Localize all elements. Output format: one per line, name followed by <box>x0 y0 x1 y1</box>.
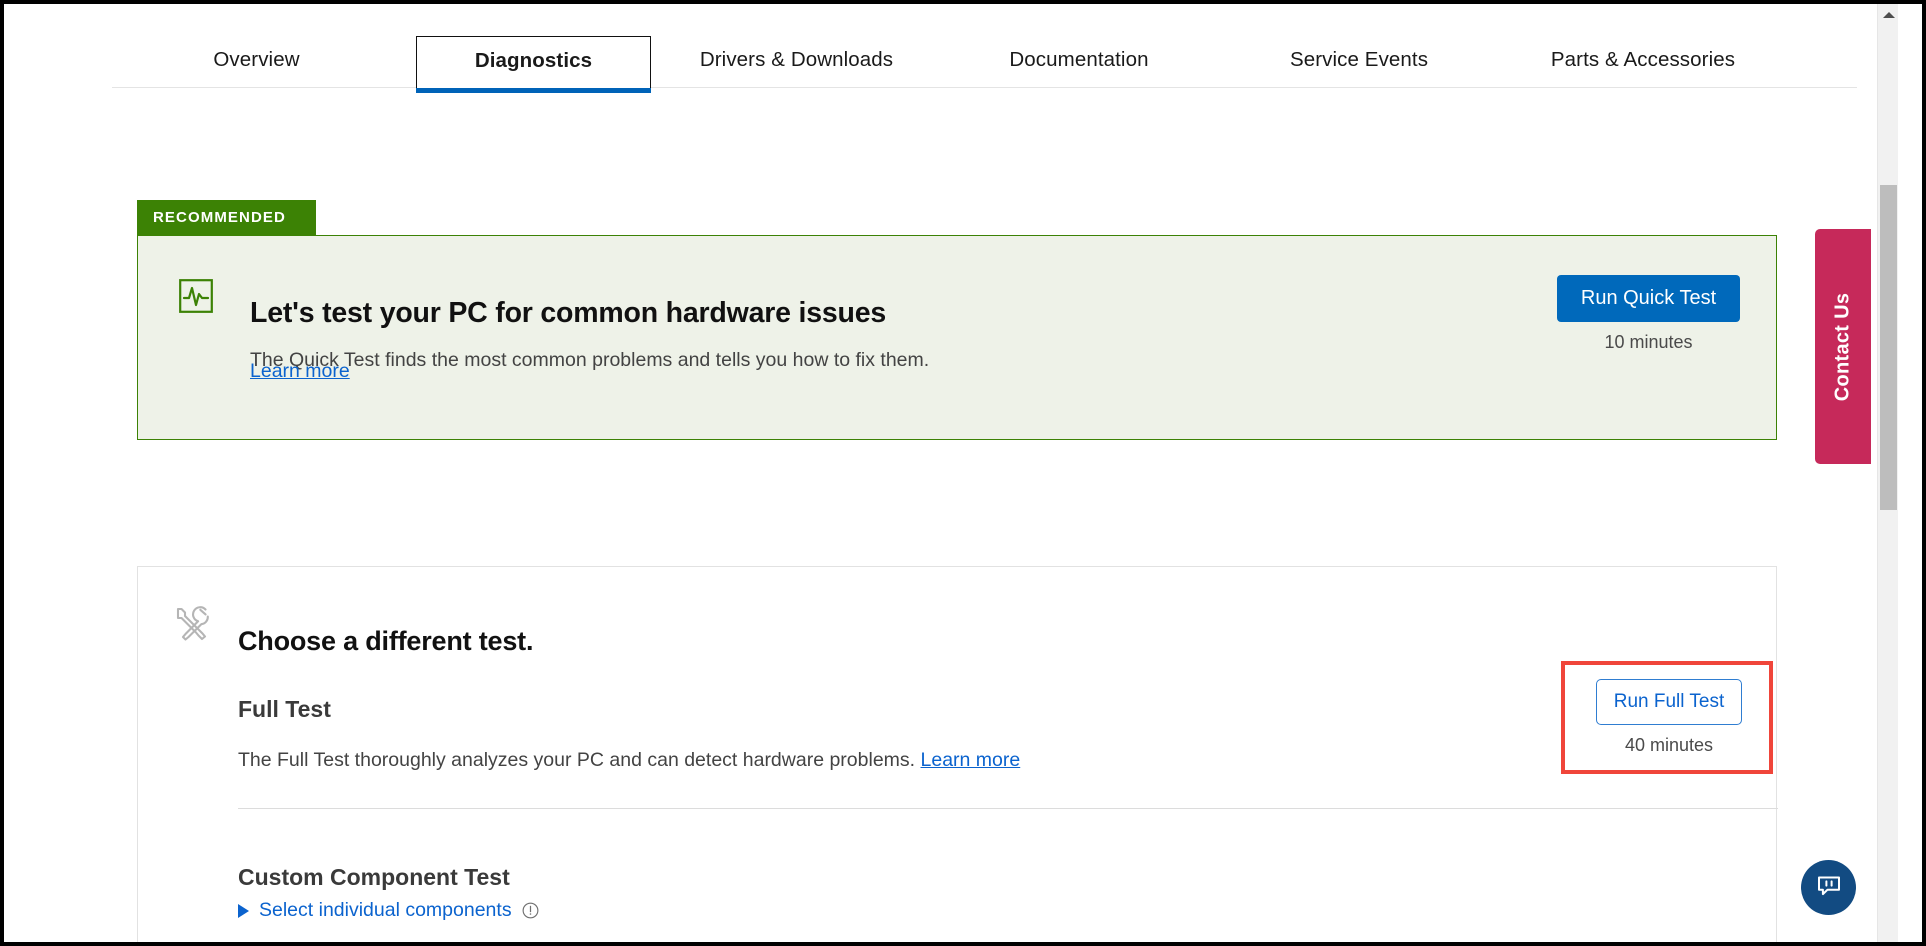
quick-test-title: Let's test your PC for common hardware i… <box>250 297 886 330</box>
tab-parts-and-accessories[interactable]: Parts & Accessories <box>1504 36 1782 88</box>
run-quick-test-button[interactable]: Run Quick Test <box>1557 275 1740 322</box>
page-surface: Overview Diagnostics Drivers & Downloads… <box>4 4 1898 942</box>
quick-test-card: Let's test your PC for common hardware i… <box>137 235 1777 440</box>
tab-diagnostics[interactable]: Diagnostics <box>416 36 651 88</box>
chevron-right-icon <box>238 904 249 918</box>
product-tab-bar: Overview Diagnostics Drivers & Downloads… <box>4 4 1898 88</box>
section-divider <box>238 808 1778 809</box>
select-individual-components-row[interactable]: Select individual components <box>238 899 539 922</box>
recommended-badge: RECOMMENDED <box>137 200 316 235</box>
choose-different-test-title: Choose a different test. <box>238 626 533 657</box>
tab-documentation[interactable]: Documentation <box>964 36 1194 88</box>
run-full-test-button[interactable]: Run Full Test <box>1596 679 1742 725</box>
info-circle-icon[interactable] <box>522 902 539 919</box>
tab-overview-label: Overview <box>213 48 299 72</box>
contact-us-label: Contact Us <box>1832 292 1855 401</box>
full-test-label: Full Test <box>238 696 331 723</box>
quick-test-duration: 10 minutes <box>1557 332 1740 353</box>
chat-bubble-button[interactable] <box>1801 860 1856 915</box>
scroll-up-arrow-button[interactable] <box>1878 4 1899 25</box>
tools-icon <box>172 603 214 645</box>
contact-us-tab[interactable]: Contact Us <box>1815 229 1871 464</box>
chevron-up-icon <box>1883 12 1895 18</box>
full-test-description-text: The Full Test thoroughly analyzes your P… <box>238 749 915 771</box>
tab-parts-and-accessories-label: Parts & Accessories <box>1551 48 1735 72</box>
tab-drivers-and-downloads-label: Drivers & Downloads <box>700 48 893 72</box>
quick-test-learn-more-link[interactable]: Learn more <box>250 360 350 383</box>
diagnostics-content: RECOMMENDED Let's test your PC for commo… <box>4 88 1898 942</box>
tab-service-events-label: Service Events <box>1290 48 1428 72</box>
select-individual-components-link[interactable]: Select individual components <box>259 899 512 922</box>
pulse-monitor-icon <box>179 279 213 313</box>
choose-different-test-card: Choose a different test. Full Test The F… <box>137 566 1777 946</box>
custom-component-test-label: Custom Component Test <box>238 864 510 891</box>
full-test-description: The Full Test thoroughly analyzes your P… <box>238 749 1020 772</box>
tab-drivers-and-downloads[interactable]: Drivers & Downloads <box>664 36 929 88</box>
recommended-badge-label: RECOMMENDED <box>153 209 286 226</box>
tab-overview[interactable]: Overview <box>194 36 319 88</box>
browser-viewport: Overview Diagnostics Drivers & Downloads… <box>0 0 1926 946</box>
full-test-duration: 40 minutes <box>1596 735 1742 756</box>
tab-diagnostics-label: Diagnostics <box>475 49 592 73</box>
scrollbar-thumb[interactable] <box>1880 185 1897 510</box>
chat-bubble-icon <box>1814 870 1844 905</box>
tab-documentation-label: Documentation <box>1009 48 1148 72</box>
quick-test-description: The Quick Test finds the most common pro… <box>250 349 929 372</box>
tab-service-events[interactable]: Service Events <box>1244 36 1474 88</box>
vertical-scrollbar[interactable] <box>1877 4 1898 942</box>
full-test-learn-more-link[interactable]: Learn more <box>921 749 1021 771</box>
